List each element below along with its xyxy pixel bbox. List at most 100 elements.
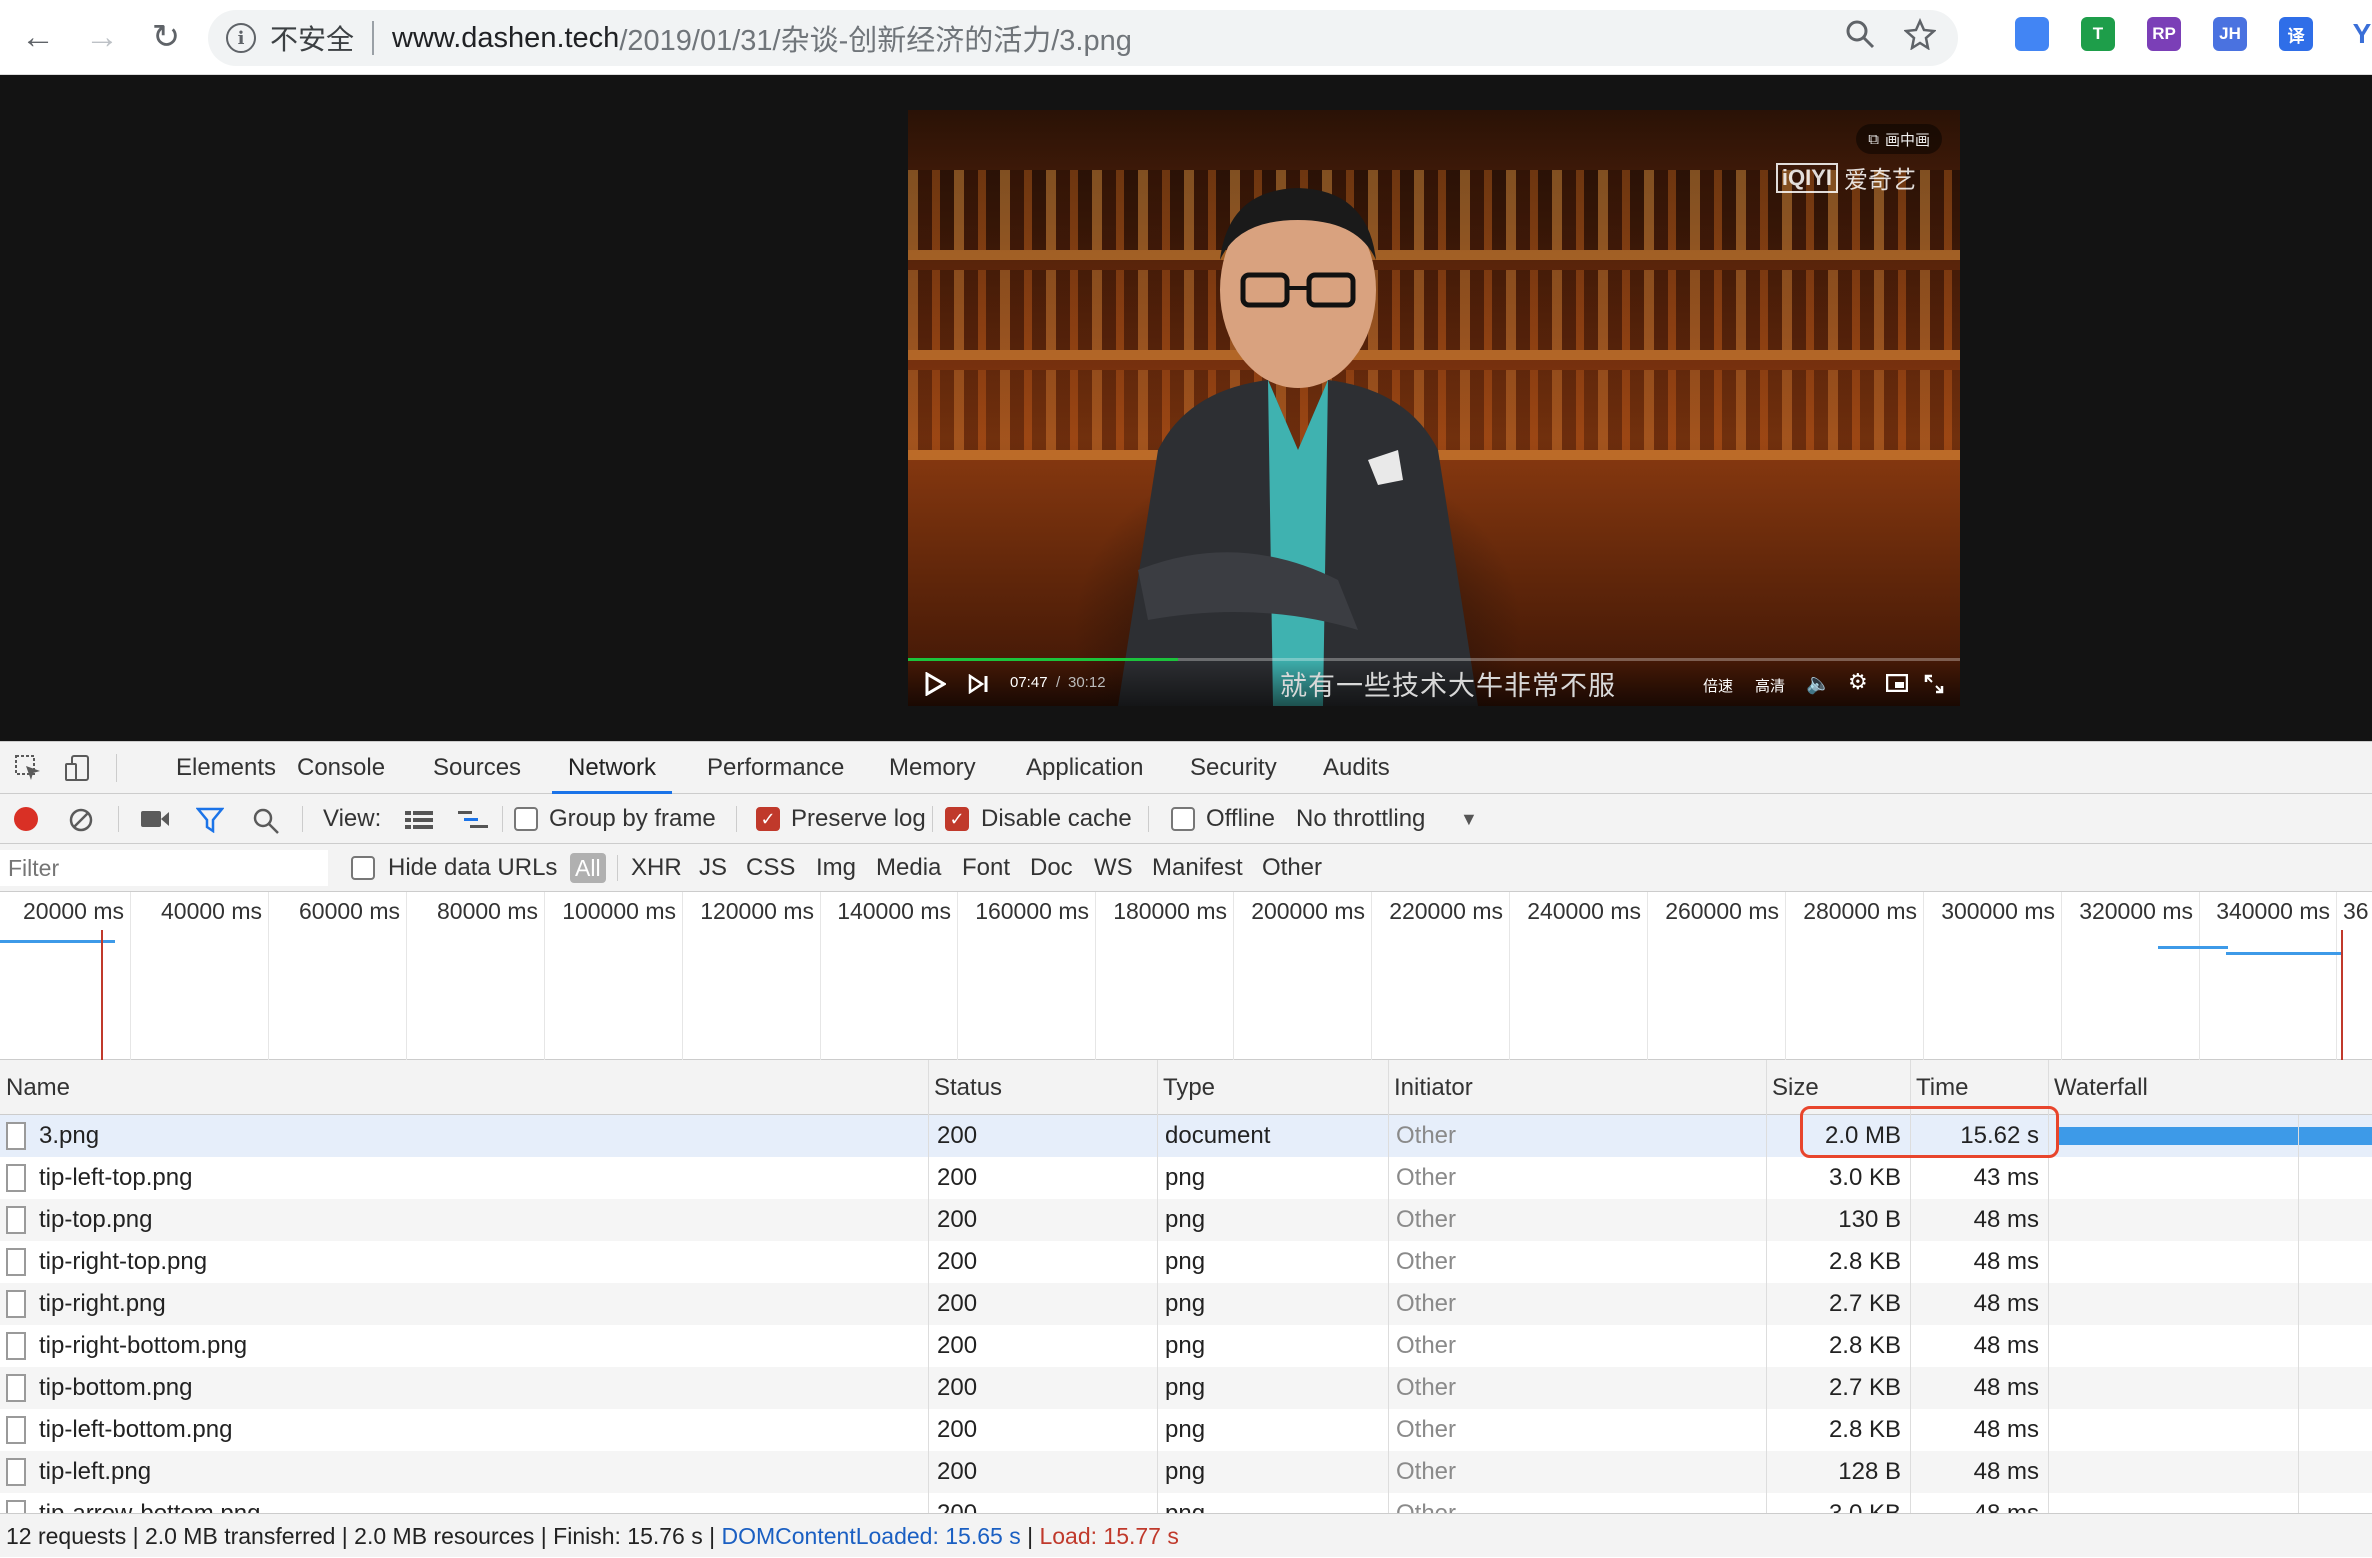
- table-row[interactable]: tip-arrow-bottom.png 200 png Other 3.0 KB 48 …: [0, 1493, 2372, 1513]
- quality-button[interactable]: 高清: [1755, 675, 1785, 696]
- tab-sources[interactable]: Sources: [433, 742, 521, 794]
- ext-shield-icon[interactable]: T: [2081, 17, 2115, 51]
- hide-data-urls-label[interactable]: Hide data URLs: [388, 844, 557, 892]
- large-rows-icon[interactable]: [405, 809, 433, 831]
- screenshot-camera-icon[interactable]: [140, 809, 170, 829]
- preserve-log-label[interactable]: Preserve log: [791, 794, 926, 844]
- filter-input[interactable]: [0, 850, 328, 886]
- tab-console[interactable]: Console: [297, 742, 385, 794]
- table-row[interactable]: tip-right-top.png 200 png Other 2.8 KB 48 ms: [0, 1241, 2372, 1283]
- column-header-type[interactable]: Type: [1157, 1060, 1388, 1115]
- request-name[interactable]: tip-left.png: [39, 1451, 151, 1493]
- speed-button[interactable]: 倍速: [1703, 675, 1733, 696]
- address-bar[interactable]: i 不安全 www.dashen.tech/2019/01/31/杂谈-创新经济…: [208, 10, 1958, 66]
- filter-type-img[interactable]: Img: [816, 844, 856, 892]
- video-player[interactable]: ⧉ 画中画 iQIYI 爱奇艺 07:47 / 30:12 就有一些技术大牛非常…: [908, 110, 1960, 706]
- request-name[interactable]: 3.png: [39, 1115, 99, 1157]
- video-progress-bar[interactable]: [908, 658, 1960, 661]
- tab-memory[interactable]: Memory: [889, 742, 976, 794]
- filter-funnel-icon[interactable]: [196, 807, 224, 833]
- group-by-frame-label[interactable]: Group by frame: [549, 794, 716, 844]
- tab-application[interactable]: Application: [1026, 742, 1143, 794]
- volume-icon[interactable]: 🔈: [1806, 671, 1831, 696]
- filter-type-media[interactable]: Media: [876, 844, 941, 892]
- ext-translate-icon[interactable]: 译: [2279, 17, 2313, 51]
- table-row[interactable]: tip-right-bottom.png 200 png Other 2.8 KB 48 …: [0, 1325, 2372, 1367]
- picture-in-picture-button[interactable]: ⧉ 画中画: [1856, 124, 1942, 154]
- request-name[interactable]: tip-right.png: [39, 1283, 166, 1325]
- request-name[interactable]: tip-arrow-bottom.png: [39, 1493, 260, 1513]
- table-row[interactable]: tip-left.png 200 png Other 128 B 48 ms: [0, 1451, 2372, 1493]
- filter-type-all[interactable]: All: [570, 853, 606, 883]
- device-toolbar-icon[interactable]: [64, 754, 92, 782]
- group-by-frame-checkbox[interactable]: [514, 807, 538, 831]
- filter-type-xhr[interactable]: XHR: [631, 844, 682, 892]
- column-header-initiator[interactable]: Initiator: [1388, 1060, 1766, 1115]
- throttling-dropdown-icon[interactable]: ▼: [1460, 794, 1478, 844]
- filter-type-manifest[interactable]: Manifest: [1152, 844, 1243, 892]
- theater-mode-icon[interactable]: [1886, 674, 1908, 692]
- reload-icon[interactable]: ↻: [134, 0, 198, 75]
- preserve-log-checkbox[interactable]: ✓: [756, 807, 780, 831]
- request-name[interactable]: tip-bottom.png: [39, 1367, 192, 1409]
- filter-type-doc[interactable]: Doc: [1030, 844, 1073, 892]
- ext-jh-icon[interactable]: JH: [2213, 17, 2247, 51]
- filter-type-font[interactable]: Font: [962, 844, 1010, 892]
- request-size: 2.7 KB: [1828, 1374, 1901, 1401]
- request-name[interactable]: tip-left-top.png: [39, 1157, 192, 1199]
- inspect-element-icon[interactable]: [14, 754, 42, 782]
- play-icon[interactable]: [924, 672, 946, 696]
- info-icon[interactable]: i: [226, 23, 256, 53]
- record-button[interactable]: [14, 807, 38, 831]
- forward-arrow-icon[interactable]: →: [70, 0, 134, 75]
- request-initiator: Other: [1396, 1290, 1457, 1317]
- request-name[interactable]: tip-top.png: [39, 1199, 152, 1241]
- column-header-waterfall[interactable]: Waterfall: [2048, 1060, 2372, 1115]
- next-icon[interactable]: [968, 674, 990, 694]
- request-name[interactable]: tip-left-bottom.png: [39, 1409, 232, 1451]
- disable-cache-checkbox[interactable]: ✓: [945, 807, 969, 831]
- hide-data-urls-checkbox[interactable]: [351, 856, 375, 880]
- request-type: png: [1165, 1290, 1206, 1317]
- table-row[interactable]: tip-bottom.png 200 png Other 2.7 KB 48 ms: [0, 1367, 2372, 1409]
- filter-type-ws[interactable]: WS: [1094, 844, 1133, 892]
- disable-cache-label[interactable]: Disable cache: [981, 794, 1132, 844]
- toolbar-divider: [502, 806, 503, 832]
- filter-type-css[interactable]: CSS: [746, 844, 795, 892]
- table-row[interactable]: tip-right.png 200 png Other 2.7 KB 48 ms: [0, 1283, 2372, 1325]
- fullscreen-icon[interactable]: [1924, 674, 1944, 694]
- network-overview-timeline[interactable]: 20000 ms 40000 ms 60000 ms 80000 ms 100000 m…: [0, 892, 2372, 1060]
- request-size: 3.0 KB: [1828, 1164, 1901, 1191]
- table-row[interactable]: tip-left-bottom.png 200 png Other 2.8 KB 48 m…: [0, 1409, 2372, 1451]
- throttling-select[interactable]: No throttling: [1296, 794, 1425, 844]
- request-name[interactable]: tip-right-bottom.png: [39, 1325, 247, 1367]
- tab-elements[interactable]: Elements: [176, 742, 276, 794]
- ext-blue-icon[interactable]: [2015, 17, 2049, 51]
- column-header-status[interactable]: Status: [928, 1060, 1157, 1115]
- tab-security[interactable]: Security: [1190, 742, 1277, 794]
- tab-network[interactable]: Network: [552, 742, 673, 794]
- clear-icon[interactable]: [68, 807, 94, 833]
- request-initiator: Other: [1396, 1374, 1457, 1401]
- column-header-name[interactable]: Name: [0, 1060, 928, 1115]
- filter-type-other[interactable]: Other: [1262, 844, 1322, 892]
- tab-performance[interactable]: Performance: [707, 742, 844, 794]
- table-row[interactable]: tip-top.png 200 png Other 130 B 48 ms: [0, 1199, 2372, 1241]
- request-name[interactable]: tip-right-top.png: [39, 1241, 207, 1283]
- zoom-icon[interactable]: [1844, 18, 1876, 50]
- url-path[interactable]: /2019/01/31/杂谈-创新经济的活力/3.png: [619, 17, 1132, 59]
- ext-y-icon[interactable]: Y: [2345, 17, 2372, 51]
- settings-gear-icon[interactable]: ⚙: [1848, 669, 1868, 695]
- table-row[interactable]: tip-left-top.png 200 png Other 3.0 KB 43 ms: [0, 1157, 2372, 1199]
- search-icon[interactable]: [252, 807, 280, 835]
- ext-rp-icon[interactable]: RP: [2147, 17, 2181, 51]
- security-label[interactable]: 不安全: [270, 18, 354, 58]
- back-arrow-icon[interactable]: ←: [6, 0, 70, 75]
- offline-checkbox[interactable]: [1171, 807, 1195, 831]
- waterfall-overview-icon[interactable]: [458, 809, 490, 831]
- offline-label[interactable]: Offline: [1206, 794, 1275, 844]
- tab-audits[interactable]: Audits: [1323, 742, 1390, 794]
- url-host[interactable]: www.dashen.tech: [392, 22, 619, 55]
- bookmark-star-icon[interactable]: [1904, 18, 1936, 50]
- filter-type-js[interactable]: JS: [699, 844, 727, 892]
